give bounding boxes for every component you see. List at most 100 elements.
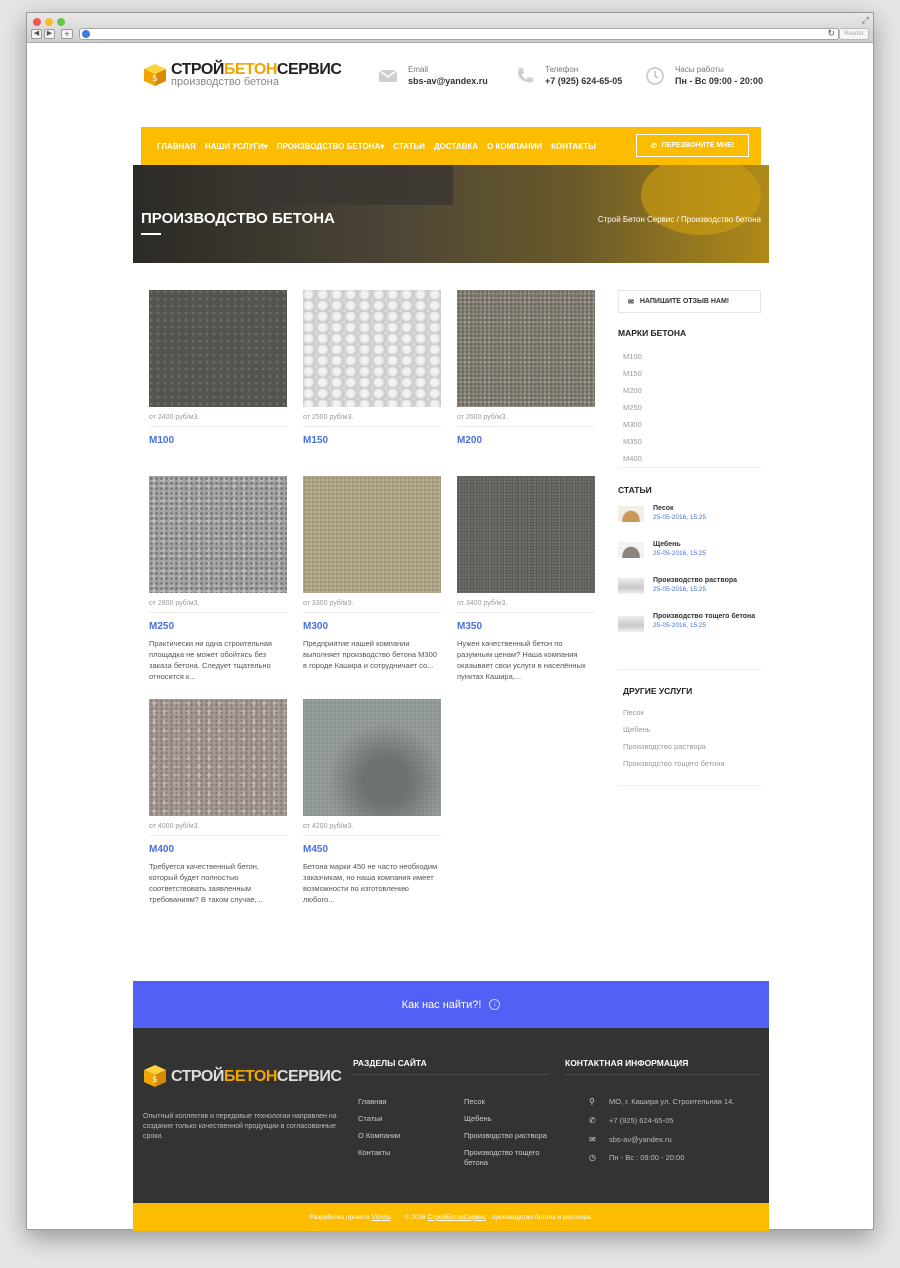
product-card[interactable]: от 3400 руб/м3. М350 Нужен качественный … (457, 476, 595, 682)
mark-link[interactable]: М100 (618, 348, 761, 365)
product-name[interactable]: М200 (457, 435, 595, 446)
phone-label: Телефон (545, 65, 579, 74)
footer-link[interactable]: Щебень (464, 1114, 492, 1124)
zoom-window-button[interactable] (57, 18, 65, 26)
write-review-button[interactable]: ✉ НАПИШИТЕ ОТЗЫВ НАМ! (618, 290, 761, 313)
forward-button[interactable]: ▶ (44, 29, 55, 39)
back-button[interactable]: ◀ (31, 29, 42, 39)
product-name[interactable]: М150 (303, 435, 441, 446)
other-service-link[interactable]: Песок (618, 704, 761, 721)
footer-link[interactable]: Песок (464, 1097, 485, 1107)
footer-phone[interactable]: ✆ +7 (925) 624-65-05 (589, 1116, 673, 1125)
nav-item-concrete[interactable]: ПРОИЗВОДСТВО БЕТОНА▾ (277, 142, 384, 151)
other-services-heading: ДРУГИЕ УСЛУГИ (623, 686, 693, 696)
footer-contact-heading: КОНТАКТНАЯ ИНФОРМАЦИЯ (565, 1058, 689, 1068)
developer-link[interactable]: VitArts (372, 1214, 391, 1221)
article-title[interactable]: Песок (653, 504, 706, 513)
sidebar: ✉ НАПИШИТЕ ОТЗЫВ НАМ! МАРКИ БЕТОНА М100 … (618, 290, 761, 786)
footer-logo[interactable]: $ СТРОЙБЕТОНСЕРВИС (143, 1064, 342, 1088)
nav-item-about[interactable]: О КОМПАНИИ (487, 142, 542, 151)
article-item[interactable]: Производство тощего бетона 25-05-2016, 15… (618, 612, 761, 644)
breadcrumb[interactable]: Строй Бетон Сервис / Производство бетона (598, 215, 761, 224)
mark-link[interactable]: М300 (618, 416, 761, 433)
product-card[interactable]: от 4200 руб/м3. М450 Бетона марки 450 не… (303, 699, 441, 905)
phone-value[interactable]: +7 (925) 624-65-05 (545, 75, 622, 87)
address-bar[interactable]: ↻ (79, 28, 839, 40)
find-us-bar[interactable]: Как нас найти?! ↓ (133, 981, 769, 1028)
footer-link[interactable]: Контакты (358, 1148, 390, 1158)
product-image[interactable] (303, 699, 441, 816)
article-item[interactable]: Песок 25-05-2016, 15:25 (618, 504, 761, 530)
nav-item-contacts[interactable]: КОНТАКТЫ (551, 142, 596, 151)
article-thumbnail[interactable] (618, 542, 644, 558)
reader-button[interactable]: Reader (839, 28, 869, 40)
article-title[interactable]: Производство раствора (653, 576, 737, 585)
email-value[interactable]: sbs-av@yandex.ru (408, 75, 488, 87)
product-image[interactable] (303, 476, 441, 593)
product-image[interactable] (457, 476, 595, 593)
product-name[interactable]: М450 (303, 844, 441, 855)
product-card[interactable]: от 2500 руб/м3. М150 (303, 290, 441, 446)
product-name[interactable]: М100 (149, 435, 287, 446)
map-pin-icon: ⚲ (589, 1097, 595, 1106)
main-nav: ГЛАВНАЯ НАШИ УСЛУГИ▾ ПРОИЗВОДСТВО БЕТОНА… (141, 127, 761, 165)
article-thumbnail[interactable] (618, 616, 644, 632)
product-price: от 4000 руб/м3. (149, 823, 287, 836)
mark-link[interactable]: М350 (618, 433, 761, 450)
fullscreen-icon[interactable]: ⤢ (862, 15, 869, 26)
product-name[interactable]: М350 (457, 621, 595, 632)
other-service-link[interactable]: Производство тощего бетона (618, 755, 761, 772)
product-image[interactable] (149, 476, 287, 593)
footer-link[interactable]: Производство раствора (464, 1131, 547, 1141)
article-date: 25-05-2016, 15:25 (653, 514, 707, 521)
product-card[interactable]: от 2800 руб/м3. М250 Практически ни одна… (149, 476, 287, 682)
product-image[interactable] (149, 699, 287, 816)
other-service-link[interactable]: Щебень (618, 721, 761, 738)
callback-button[interactable]: ✆ ПЕРЕЗВОНИТЕ МНЕ! (636, 134, 749, 157)
nav-item-home[interactable]: ГЛАВНАЯ (157, 142, 196, 151)
callback-label: ПЕРЕЗВОНИТЕ МНЕ! (661, 142, 735, 149)
clock-icon (646, 66, 664, 85)
product-card[interactable]: от 3300 руб/м3. М300 Предприятие нашей к… (303, 476, 441, 671)
product-image[interactable] (303, 290, 441, 407)
copyright-link[interactable]: СтройБетонСервис (428, 1214, 487, 1221)
other-service-link[interactable]: Производство раствора (618, 738, 761, 755)
site-logo[interactable]: $ СТРОЙБЕТОНСЕРВИС производство бетона (143, 62, 342, 88)
article-title[interactable]: Щебень (653, 540, 706, 549)
product-card[interactable]: от 4000 руб/м3. М400 Требуется качествен… (149, 699, 287, 905)
article-item[interactable]: Производство раствора 25-05-2016, 15:25 (618, 576, 761, 602)
nav-item-delivery[interactable]: ДОСТАВКА (434, 142, 478, 151)
product-image[interactable] (149, 290, 287, 407)
mark-link[interactable]: М200 (618, 382, 761, 399)
reload-icon[interactable]: ↻ (827, 28, 835, 39)
header-phone: Телефон +7 (925) 624-65-05 (515, 64, 622, 87)
nav-item-articles[interactable]: СТАТЬИ (393, 142, 425, 151)
articles-heading: СТАТЬИ (618, 485, 652, 495)
footer-link[interactable]: Статьи (358, 1114, 382, 1124)
product-name[interactable]: М300 (303, 621, 441, 632)
footer-email[interactable]: ✉ sbs-av@yandex.ru (589, 1135, 672, 1144)
product-name[interactable]: М400 (149, 844, 287, 855)
product-image[interactable] (457, 290, 595, 407)
new-tab-button[interactable]: + (61, 29, 73, 39)
footer-link[interactable]: О Компании (358, 1131, 400, 1141)
product-price: от 3300 руб/м3. (303, 600, 441, 613)
footer-link[interactable]: Главная (358, 1097, 387, 1107)
close-window-button[interactable] (33, 18, 41, 26)
mark-link[interactable]: М400 (618, 450, 761, 467)
product-card[interactable]: от 2600 руб/м3. М200 (457, 290, 595, 446)
footer-link[interactable]: Производство тощего бетона (464, 1148, 554, 1168)
product-price: от 2600 руб/м3. (457, 414, 595, 427)
product-description: Требуется качественный бетон, который бу… (149, 862, 263, 904)
product-card[interactable]: от 2400 руб/м3. М100 (149, 290, 287, 446)
product-name[interactable]: М250 (149, 621, 287, 632)
mark-link[interactable]: М250 (618, 399, 761, 416)
envelope-icon: ✉ (589, 1135, 596, 1144)
article-thumbnail[interactable] (618, 506, 644, 522)
mark-link[interactable]: М150 (618, 365, 761, 382)
nav-item-services[interactable]: НАШИ УСЛУГИ▾ (205, 142, 268, 151)
minimize-window-button[interactable] (45, 18, 53, 26)
article-item[interactable]: Щебень 25-05-2016, 15:25 (618, 540, 761, 566)
article-title[interactable]: Производство тощего бетона (653, 612, 755, 621)
article-thumbnail[interactable] (618, 578, 644, 594)
